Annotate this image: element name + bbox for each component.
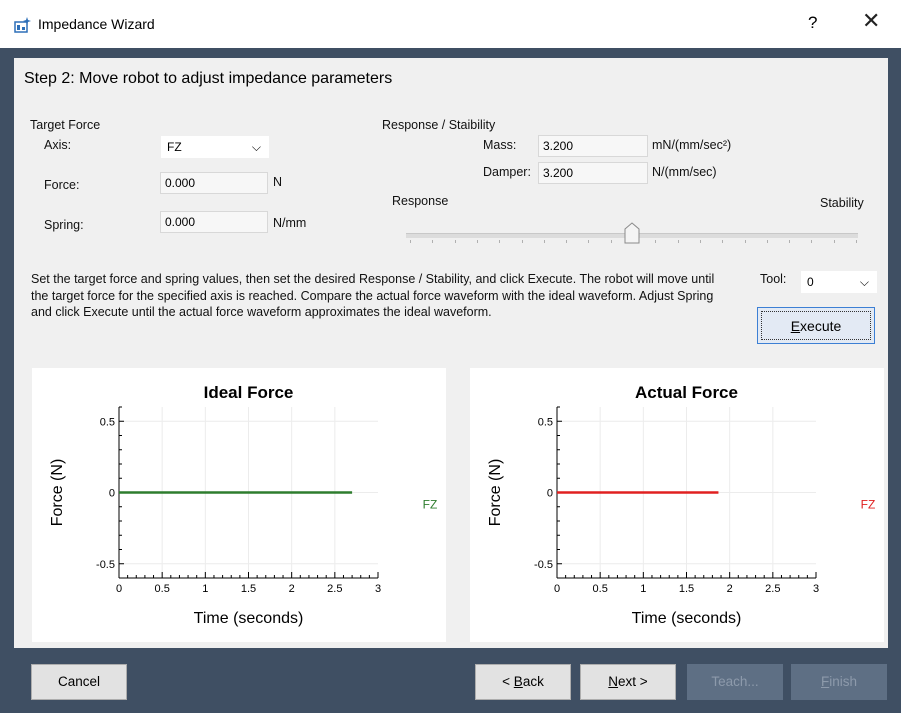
damper-unit: N/(mm/sec) <box>652 165 717 179</box>
actual-force-chart-panel: Actual Force 0 0.5 1 1.5 2 2.5 3 0.5 0 -0.5 Time (s… <box>470 368 884 642</box>
slider-tick <box>677 240 679 243</box>
x-tick-label: 1 <box>202 583 208 595</box>
slider-response-label: Response <box>392 194 449 208</box>
x-tick-label: 2 <box>727 583 733 595</box>
chart-title: Actual Force <box>635 383 738 402</box>
execute-button[interactable]: Execute <box>757 307 875 344</box>
execute-label: xecute <box>800 318 842 334</box>
force-label: Force: <box>44 178 80 192</box>
response-stability-header: Response / Staibility <box>382 118 496 132</box>
x-tick-label: 0.5 <box>593 583 608 595</box>
chevron-down-icon: ⌵ <box>859 275 869 289</box>
slider-tick <box>476 240 478 243</box>
back-mnemonic: B <box>513 674 523 689</box>
finish-button[interactable]: Finish <box>791 664 887 700</box>
axis-value: FZ <box>167 140 182 154</box>
damper-field[interactable]: 3.200 <box>538 162 648 184</box>
force-unit: N <box>273 175 283 189</box>
legend-label: FZ <box>861 498 876 512</box>
spring-field[interactable]: 0.000 <box>160 211 268 233</box>
x-tick-label: 2.5 <box>765 583 780 595</box>
tool-value: 0 <box>807 275 814 289</box>
x-tick-label: 3 <box>375 583 381 595</box>
slider-thumb[interactable] <box>624 222 640 244</box>
slider-tick <box>699 240 701 243</box>
x-tick-label: 1.5 <box>241 583 256 595</box>
y-tick-label: 0 <box>547 488 553 500</box>
slider-tick <box>655 240 657 243</box>
slider-stability-label: Stability <box>820 196 864 210</box>
damper-label: Damper: <box>483 165 531 179</box>
instructions-text: Set the target force and spring values, … <box>31 272 715 319</box>
y-tick-label: -0.5 <box>534 559 553 571</box>
slider-tick <box>521 240 523 243</box>
slider-tick <box>766 240 768 243</box>
target-force-header: Target Force <box>30 118 101 132</box>
execute-mnemonic: E <box>790 318 801 334</box>
slider-tick <box>811 240 813 243</box>
cancel-button[interactable]: Cancel <box>31 664 127 700</box>
actual-force-chart: Actual Force0 0.5 1 1.5 2 2.5 30.50-0.5Time (s… <box>487 383 876 627</box>
y-tick-label: 0.5 <box>538 416 553 428</box>
slider-tick <box>856 240 857 243</box>
mass-unit: mN/(mm/sec²) <box>652 138 732 152</box>
slider-tick <box>833 240 835 243</box>
teach-button[interactable]: Teach... <box>687 664 783 700</box>
slider-tick <box>410 240 411 243</box>
x-axis-label: Time (seconds) <box>632 610 742 627</box>
slider-tick <box>789 240 791 243</box>
x-tick-label: 2 <box>289 583 295 595</box>
slider-tick <box>722 240 724 243</box>
slider-tick <box>499 240 501 243</box>
back-label: ack <box>522 674 544 689</box>
slider-tick <box>432 240 434 243</box>
slider-tick <box>543 240 545 243</box>
close-button[interactable]: ✕ <box>862 10 880 32</box>
step-title: Step 2: Move robot to adjust impedance p… <box>24 70 393 87</box>
x-tick-label: 3 <box>813 583 819 595</box>
x-tick-label: 0 <box>116 583 122 595</box>
y-axis-label: Force (N) <box>49 459 66 527</box>
slider-tick <box>566 240 568 243</box>
finish-label: inish <box>829 674 857 689</box>
finish-mnemonic: F <box>820 674 830 689</box>
x-tick-label: 0.5 <box>155 583 170 595</box>
x-tick-label: 1 <box>640 583 646 595</box>
next-label: ext > <box>618 674 648 689</box>
next-button[interactable]: Next > <box>580 664 676 700</box>
mass-label: Mass: <box>483 138 517 152</box>
window-title: Impedance Wizard <box>38 16 155 32</box>
legend-label: FZ <box>423 498 438 512</box>
chart-title: Ideal Force <box>204 383 294 402</box>
slider-tick <box>588 240 590 243</box>
ideal-force-chart-panel: Ideal Force 0 0.5 1 1.5 2 2.5 3 0.5 0 -0.5 Time (se… <box>32 368 446 642</box>
y-tick-label: 0 <box>109 488 115 500</box>
title-bar: Impedance Wizard ? ✕ <box>0 0 901 48</box>
force-field[interactable]: 0.000 <box>160 172 268 194</box>
wizard-app-icon <box>14 17 31 33</box>
ideal-force-chart: Ideal Force0 0.5 1 1.5 2 2.5 30.50-0.5Time (se… <box>49 383 438 627</box>
x-tick-label: 2.5 <box>327 583 342 595</box>
y-axis-label: Force (N) <box>487 459 504 527</box>
spring-unit: N/mm <box>273 216 307 230</box>
x-tick-label: 1.5 <box>679 583 694 595</box>
tool-label: Tool: <box>760 272 787 286</box>
spring-label: Spring: <box>44 218 84 232</box>
slider-tick <box>454 240 456 243</box>
x-tick-label: 0 <box>554 583 560 595</box>
back-button[interactable]: < Back <box>475 664 571 700</box>
slider-tick <box>610 240 612 243</box>
next-mnemonic: N <box>608 674 619 689</box>
slider-tick <box>744 240 746 243</box>
help-button[interactable]: ? <box>808 13 817 33</box>
back-prefix: < <box>502 674 514 689</box>
tool-dropdown[interactable]: 0 ⌵ <box>800 270 878 294</box>
axis-label: Axis: <box>44 138 72 152</box>
axis-dropdown[interactable]: FZ ⌵ <box>160 135 270 159</box>
y-tick-label: -0.5 <box>96 559 115 571</box>
mass-field[interactable]: 3.200 <box>538 135 648 157</box>
x-axis-label: Time (seconds) <box>194 610 304 627</box>
y-tick-label: 0.5 <box>100 416 115 428</box>
chevron-down-icon: ⌵ <box>251 140 261 154</box>
